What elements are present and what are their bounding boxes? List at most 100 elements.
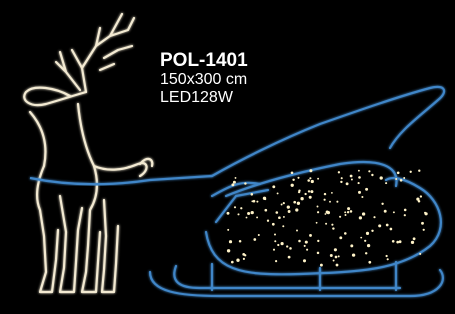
led-dot — [272, 248, 276, 251]
led-dot — [421, 221, 424, 225]
led-dot — [236, 258, 240, 262]
led-dot — [316, 251, 320, 255]
led-dot — [292, 178, 295, 182]
led-dot — [419, 252, 422, 255]
led-dot — [419, 195, 423, 198]
led-dot — [392, 211, 395, 214]
led-dot — [416, 197, 420, 201]
led-dot — [237, 213, 240, 216]
led-dot — [371, 173, 374, 177]
led-dot — [310, 179, 314, 184]
led-dot — [317, 239, 320, 243]
led-dot — [409, 170, 412, 173]
led-dot — [422, 228, 425, 231]
led-dot — [242, 257, 245, 260]
led-dot — [337, 171, 341, 174]
led-dot — [331, 223, 334, 226]
led-dot — [378, 224, 382, 228]
product-power: LED128W — [160, 89, 233, 106]
led-dot — [278, 216, 281, 220]
led-dot — [418, 169, 421, 172]
led-dot — [365, 187, 369, 191]
led-dot — [410, 240, 415, 245]
led-dot — [368, 170, 371, 173]
led-dot — [340, 180, 343, 184]
led-dot — [424, 212, 428, 216]
led-dot — [244, 254, 247, 257]
led-dot — [293, 200, 297, 204]
led-dot — [395, 177, 398, 181]
led-dot — [350, 244, 354, 248]
led-dot — [339, 236, 343, 240]
led-dot — [295, 208, 299, 212]
led-dot — [226, 249, 231, 253]
led-dot — [319, 263, 323, 267]
led-dot — [240, 207, 243, 210]
led-dot — [256, 200, 259, 203]
led-dot — [326, 210, 331, 215]
led-dot — [298, 239, 301, 243]
led-dot — [396, 171, 400, 175]
led-dot — [274, 240, 277, 243]
led-dot — [287, 255, 291, 259]
led-dot — [349, 174, 353, 178]
led-dot — [310, 190, 314, 194]
led-dot — [231, 183, 235, 187]
led-dot — [300, 197, 304, 201]
led-dot — [297, 176, 300, 179]
led-dot — [329, 200, 331, 203]
led-dot — [351, 253, 356, 257]
led-dot — [315, 221, 318, 224]
led-dot — [335, 263, 339, 267]
led-dot — [398, 240, 402, 244]
led-dot — [234, 176, 237, 179]
led-dot — [266, 219, 270, 222]
led-dot — [232, 180, 236, 184]
led-dot — [316, 211, 320, 214]
led-dot — [385, 254, 388, 258]
led-dot — [309, 177, 312, 180]
product-caption: POL-1401 150x300 cm LED128W — [160, 51, 248, 107]
led-dot — [257, 233, 260, 237]
led-dot — [379, 176, 383, 180]
harness-line — [29, 174, 213, 186]
led-dot — [347, 207, 351, 211]
product-photo: POL-1401 150x300 cm LED128W — [0, 0, 455, 314]
led-dot — [412, 237, 416, 241]
led-dot — [228, 240, 233, 244]
led-dot — [264, 208, 268, 212]
led-dot — [331, 192, 333, 194]
led-dot — [271, 222, 275, 226]
led-dot — [325, 222, 328, 225]
led-dot — [339, 215, 342, 218]
led-dot — [332, 227, 335, 230]
led-dot — [286, 205, 290, 209]
led-dot — [253, 238, 257, 241]
led-dot — [371, 229, 374, 233]
product-size: 150x300 cm — [160, 71, 248, 88]
led-dot — [333, 248, 337, 252]
led-dot — [361, 212, 366, 216]
led-dot — [337, 255, 340, 258]
led-dot — [381, 202, 384, 205]
led-dot — [280, 242, 284, 246]
led-dot — [368, 260, 372, 264]
led-dot — [360, 236, 363, 239]
led-dot — [357, 169, 360, 172]
led-dot — [399, 179, 403, 182]
led-dot — [276, 192, 279, 195]
led-dot — [286, 245, 289, 248]
led-dot — [344, 211, 347, 214]
led-dot — [290, 171, 294, 175]
led-dot — [227, 228, 230, 231]
led-dot — [361, 195, 364, 199]
led-dot — [296, 229, 298, 232]
led-dot — [403, 214, 406, 217]
led-dot — [250, 210, 254, 215]
led-dot — [280, 203, 283, 206]
led-dot — [309, 233, 312, 237]
led-dot — [357, 182, 360, 185]
led-dot — [364, 239, 367, 242]
led-dot — [245, 216, 248, 219]
led-dot — [290, 183, 294, 187]
